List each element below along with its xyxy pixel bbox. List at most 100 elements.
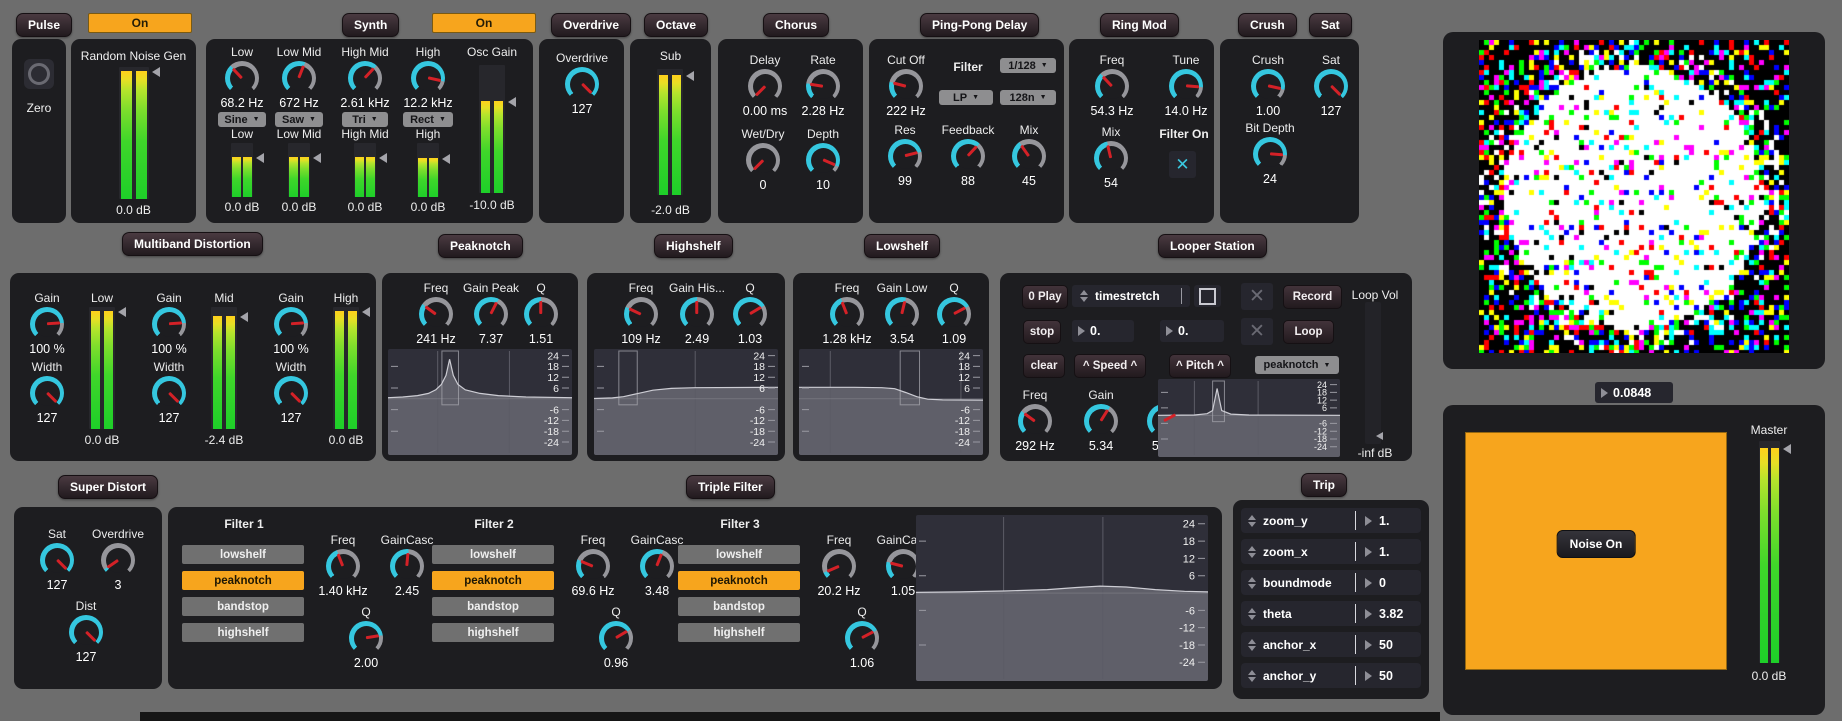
- meter-handle-icon[interactable]: [256, 153, 264, 163]
- mode-menu[interactable]: timestretch: [1072, 285, 1190, 307]
- freq-dial[interactable]: [576, 549, 610, 583]
- trip-attr-value[interactable]: 1.: [1379, 545, 1413, 559]
- gain-dial[interactable]: [274, 307, 308, 341]
- gain-peak-dial[interactable]: [474, 297, 508, 331]
- trip-attr-value[interactable]: 50: [1379, 669, 1413, 683]
- peaknotch-filtergraph[interactable]: 2418126-6-12-18-24: [388, 349, 572, 455]
- sat-dial[interactable]: [1314, 69, 1348, 103]
- filter-type-peaknotch[interactable]: peaknotch: [678, 571, 800, 590]
- feedback-numbox[interactable]: 0.0848: [1595, 382, 1673, 403]
- low-mid-dial[interactable]: [282, 61, 316, 95]
- play-button[interactable]: 0 Play: [1022, 285, 1068, 309]
- meter-handle-icon[interactable]: [152, 67, 160, 77]
- mb-high-meter[interactable]: [333, 307, 359, 429]
- q-dial[interactable]: [937, 297, 971, 331]
- xy-pad[interactable]: Noise On: [1465, 432, 1727, 670]
- filter-type-lowshelf[interactable]: lowshelf: [182, 545, 304, 564]
- slider-handle-icon[interactable]: [1376, 432, 1383, 440]
- mix-dial[interactable]: [1012, 139, 1046, 173]
- clear-button[interactable]: clear: [1023, 354, 1065, 378]
- filter-type-bandstop[interactable]: bandstop: [182, 597, 304, 616]
- pitch-ramp-button[interactable]: ^ Pitch ^: [1169, 354, 1231, 378]
- freq-dial[interactable]: [822, 549, 856, 583]
- gaincasc-dial[interactable]: [886, 549, 920, 583]
- wet-dry-dial[interactable]: [746, 143, 780, 177]
- filter-type-peaknotch[interactable]: peaknotch: [182, 571, 304, 590]
- filter-type-highshelf[interactable]: highshelf: [182, 623, 304, 642]
- gain-dial[interactable]: [152, 307, 186, 341]
- low-band-meter[interactable]: [231, 143, 253, 197]
- stepper-icon[interactable]: [1248, 515, 1256, 527]
- delay-dial[interactable]: [748, 69, 782, 103]
- delay-sync-select[interactable]: 1/128▼: [1000, 58, 1056, 73]
- q-dial[interactable]: [524, 297, 558, 331]
- meter-handle-icon[interactable]: [442, 154, 450, 164]
- osc-gain-meter[interactable]: [479, 65, 505, 193]
- gain-his-dial[interactable]: [680, 297, 714, 331]
- square-stop-button[interactable]: [1194, 285, 1221, 307]
- dist-dial[interactable]: [69, 615, 103, 649]
- freq-dial[interactable]: [624, 297, 658, 331]
- filter-type-highshelf[interactable]: highshelf: [678, 623, 800, 642]
- gaincasc-dial[interactable]: [640, 549, 674, 583]
- looper-filter-select[interactable]: peaknotch▼: [1255, 356, 1339, 374]
- filter-on-checkbox[interactable]: ✕: [1169, 151, 1196, 178]
- freq-dial[interactable]: [830, 297, 864, 331]
- lowmid-band-meter[interactable]: [288, 143, 310, 197]
- highshelf-filtergraph[interactable]: 2418126-6-12-18-24: [594, 349, 778, 455]
- crush-section-button[interactable]: Crush: [1238, 13, 1297, 37]
- trip-attr-value[interactable]: 50: [1379, 638, 1413, 652]
- stepper-icon[interactable]: [1248, 670, 1256, 682]
- triplefilter-filtergraph[interactable]: 2418126-6-12-18-24: [916, 515, 1208, 681]
- synth-section-button[interactable]: Synth: [342, 13, 399, 37]
- meter-handle-icon[interactable]: [508, 97, 516, 107]
- filter-type-lowshelf[interactable]: lowshelf: [678, 545, 800, 564]
- high-wave-select[interactable]: Rect▼: [403, 112, 453, 127]
- depth-dial[interactable]: [806, 143, 840, 177]
- octave-section-button[interactable]: Octave: [644, 13, 708, 37]
- sat-dial[interactable]: [40, 543, 74, 577]
- low-wave-select[interactable]: Sine▼: [218, 112, 266, 127]
- filter-type-peaknotch[interactable]: peaknotch: [432, 571, 554, 590]
- meter-handle-icon[interactable]: [118, 307, 126, 317]
- lowshelf-filtergraph[interactable]: 2418126-6-12-18-24: [799, 349, 983, 455]
- q-dial[interactable]: [733, 297, 767, 331]
- filter-type-lowshelf[interactable]: lowshelf: [432, 545, 554, 564]
- trip-attr-value[interactable]: 1.: [1379, 514, 1413, 528]
- freq-dial[interactable]: [419, 297, 453, 331]
- zero-button[interactable]: [24, 59, 54, 89]
- record-x-toggle[interactable]: ✕: [1241, 283, 1273, 310]
- overdrive-dial[interactable]: [565, 67, 599, 101]
- stepper-icon[interactable]: [1248, 608, 1256, 620]
- meter-handle-icon[interactable]: [1783, 444, 1791, 454]
- stepper-icon[interactable]: [1248, 639, 1256, 651]
- trip-attr-value[interactable]: 3.82: [1379, 607, 1413, 621]
- gaincasc-dial[interactable]: [390, 549, 424, 583]
- chorus-section-button[interactable]: Chorus: [763, 13, 829, 37]
- record-button[interactable]: Record: [1283, 285, 1342, 309]
- q-dial[interactable]: [349, 621, 383, 655]
- pingpong-section-button[interactable]: Ping-Pong Delay: [920, 13, 1039, 37]
- trip-attr-value[interactable]: 0: [1379, 576, 1413, 590]
- loop-vol-slider[interactable]: [1365, 302, 1381, 444]
- bit-depth-dial[interactable]: [1253, 137, 1287, 171]
- res-dial[interactable]: [888, 139, 922, 173]
- meter-handle-icon[interactable]: [686, 71, 694, 81]
- width-dial[interactable]: [152, 376, 186, 410]
- low-dial[interactable]: [225, 61, 259, 95]
- triplefilter-section-button[interactable]: Triple Filter: [686, 475, 775, 499]
- gain-dial[interactable]: [1084, 404, 1118, 438]
- tune-dial[interactable]: [1169, 69, 1203, 103]
- lowshelf-section-button[interactable]: Lowshelf: [864, 234, 940, 258]
- highmid-band-meter[interactable]: [354, 143, 376, 197]
- master-meter[interactable]: [1759, 441, 1780, 663]
- meter-handle-icon[interactable]: [313, 153, 321, 163]
- peaknotch-section-button[interactable]: Peaknotch: [438, 234, 523, 258]
- high-dial[interactable]: [411, 61, 445, 95]
- overdrive-dial[interactable]: [101, 543, 135, 577]
- loop-x-toggle[interactable]: ✕: [1241, 318, 1273, 345]
- pulse-section-button[interactable]: Pulse: [16, 13, 72, 37]
- gain-dial[interactable]: [30, 307, 64, 341]
- speed-numbox[interactable]: 0.: [1072, 320, 1134, 342]
- menu-stepper-icon[interactable]: [1080, 290, 1088, 302]
